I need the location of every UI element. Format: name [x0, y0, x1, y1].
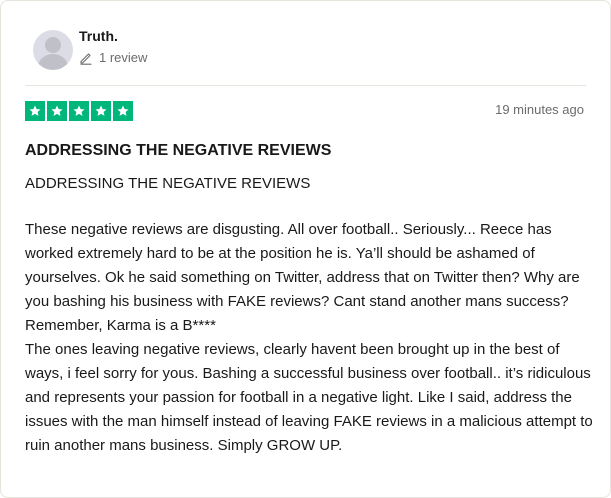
divider — [25, 85, 586, 86]
review-paragraph: The ones leaving negative reviews, clear… — [25, 341, 593, 454]
avatar[interactable] — [33, 30, 73, 70]
review-card: Truth. 1 review 19 minutes ago ADDRESSIN… — [0, 0, 611, 498]
pencil-icon — [80, 52, 92, 65]
star-icon — [47, 101, 67, 121]
star-icon — [113, 101, 133, 121]
reviewer-review-count: 1 review — [79, 50, 147, 65]
reviewer-name[interactable]: Truth. — [79, 28, 118, 44]
star-icon — [69, 101, 89, 121]
review-paragraph: These negative reviews are disgusting. A… — [25, 221, 580, 334]
avatar-head — [45, 37, 61, 53]
reviewer-header: Truth. 1 review — [25, 20, 586, 80]
star-icon — [91, 101, 111, 121]
review-body: These negative reviews are disgusting. A… — [25, 218, 595, 458]
review-count-text: 1 review — [99, 50, 148, 65]
rating-row: 19 minutes ago — [25, 101, 584, 121]
review-title[interactable]: ADDRESSING THE NEGATIVE REVIEWS — [25, 142, 331, 160]
review-date: 19 minutes ago — [495, 102, 584, 117]
review-subtitle: ADDRESSING THE NEGATIVE REVIEWS — [25, 175, 311, 192]
star-icon — [25, 101, 45, 121]
avatar-body — [38, 54, 68, 70]
